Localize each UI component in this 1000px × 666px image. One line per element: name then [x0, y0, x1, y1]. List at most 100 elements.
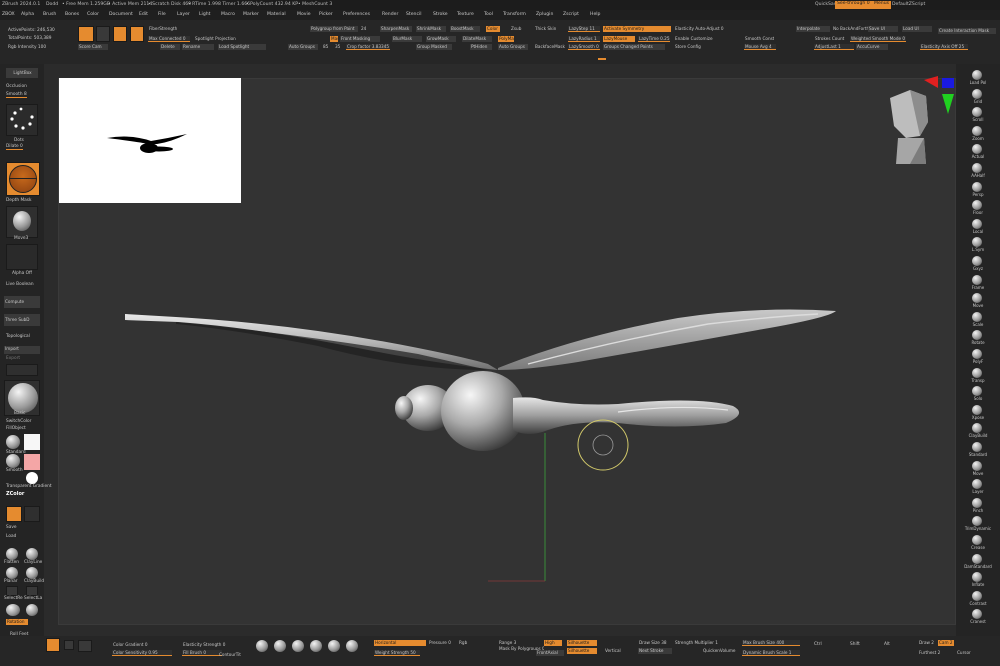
alpha-off-swatch[interactable]: [6, 244, 38, 270]
live-boolean-label[interactable]: Live Boolean: [6, 282, 34, 287]
menu-file[interactable]: File: [158, 12, 166, 17]
brush-sphere-5-icon[interactable]: [328, 640, 340, 652]
dilate-slider[interactable]: Dilate 0: [6, 144, 23, 150]
menu-alpha[interactable]: Alpha: [21, 12, 34, 17]
auto-groups[interactable]: Auto Groups: [288, 44, 318, 50]
store-config[interactable]: Store Config: [674, 44, 714, 50]
select-lasso-icon[interactable]: [26, 586, 38, 596]
enable-customize[interactable]: Enable Customize: [674, 36, 720, 42]
menu-macro[interactable]: Macro: [221, 12, 235, 17]
right-shelf-icon-16[interactable]: [972, 367, 982, 378]
delete-button[interactable]: Delete: [160, 44, 180, 50]
switch-color[interactable]: SwitchColor: [6, 419, 31, 424]
zsub-toggle[interactable]: Zsub: [510, 26, 524, 32]
dynamic-brush-scale[interactable]: Dynamic Brush Scale 1: [742, 650, 800, 656]
secondary-color-swatch[interactable]: [24, 454, 40, 470]
lazymouse-toggle[interactable]: LazyMouse: [603, 36, 635, 42]
crop-factor[interactable]: Crop factor 3.83345: [346, 44, 390, 50]
menu-tool[interactable]: Tool: [484, 12, 493, 17]
scale-button[interactable]: [130, 26, 144, 42]
edit-button[interactable]: [78, 26, 94, 42]
max-connected[interactable]: Max Connected 0: [148, 36, 190, 42]
menu-help[interactable]: Help: [590, 12, 600, 17]
next-stroke-button[interactable]: Next Stroke: [638, 648, 672, 654]
create-interaction-mask[interactable]: Create Interaction Mask: [938, 28, 996, 34]
menus-button[interactable]: Menus: [872, 1, 892, 9]
right-shelf-icon-22[interactable]: [972, 479, 982, 490]
right-shelf-icon-24[interactable]: [972, 516, 982, 527]
right-shelf-icon-12[interactable]: [972, 293, 982, 304]
quicken-volume[interactable]: QuickenVolume: [702, 648, 738, 654]
right-shelf-icon-14[interactable]: [972, 330, 982, 341]
lazysmooth-slider[interactable]: LazySmooth 0: [568, 44, 600, 50]
right-shelf-icon-11[interactable]: [972, 274, 982, 285]
pressure-slider[interactable]: Pressure 0: [428, 640, 456, 646]
contour-toggle[interactable]: ContourTit: [218, 652, 252, 658]
compute-button[interactable]: Compute: [4, 296, 40, 308]
backface-mask[interactable]: BackfaceMask: [534, 44, 566, 50]
strength-multiplier-slider[interactable]: Strength Multiplier 1: [674, 640, 736, 646]
load-ui-button[interactable]: Load UI: [902, 26, 932, 32]
menu-zplugin[interactable]: Zplugin: [536, 12, 553, 17]
color-gradient-slider[interactable]: Color Gradient 0: [112, 642, 170, 648]
front-masking[interactable]: Front Masking: [340, 36, 380, 42]
right-shelf-icon-21[interactable]: [972, 460, 982, 471]
score-cam-button[interactable]: Score Cam: [78, 44, 108, 50]
weight-strength-slider[interactable]: Weight Strength 50: [374, 650, 420, 656]
rotation-button[interactable]: Rotation: [6, 619, 28, 625]
brush-sphere-1-icon[interactable]: [256, 640, 268, 652]
menu-stencil[interactable]: Stencil: [406, 12, 422, 17]
menu-material[interactable]: Material: [267, 12, 286, 17]
menu-zbox[interactable]: ZBOX: [2, 12, 15, 17]
menu-texture[interactable]: Texture: [457, 12, 474, 17]
menu-marker[interactable]: Marker: [243, 12, 259, 17]
right-shelf-icon-2[interactable]: [972, 107, 982, 118]
smooth-const[interactable]: Smooth Const: [744, 36, 774, 42]
import-button[interactable]: Import: [4, 346, 40, 354]
front-axial[interactable]: FrontAxial: [536, 650, 564, 656]
menu-layer[interactable]: Layer: [177, 12, 190, 17]
three-subd-button[interactable]: Three SubD: [4, 314, 40, 326]
menu-preferences[interactable]: Preferences: [343, 12, 370, 17]
right-shelf-icon-28[interactable]: [972, 590, 982, 601]
export-button[interactable]: Export: [6, 356, 20, 361]
right-shelf-icon-19[interactable]: [972, 423, 982, 434]
right-shelf-icon-26[interactable]: [972, 553, 982, 564]
brush-sphere-2-icon[interactable]: [274, 640, 286, 652]
mouse-avg-slider[interactable]: Mouse Avg 4: [744, 44, 776, 50]
dilate-mask[interactable]: DilateMask: [462, 36, 492, 42]
right-shelf-icon-1[interactable]: [972, 88, 982, 99]
lazyradius-slider[interactable]: LazyRadius 1: [568, 36, 600, 42]
smooth-slider[interactable]: Smooth 8: [6, 92, 27, 98]
cursor-button[interactable]: Cursor: [956, 650, 976, 656]
right-shelf-icon-20[interactable]: [972, 442, 982, 452]
max-brush-size-slider[interactable]: Max Brush Size 400: [742, 640, 800, 646]
silhouette-toggle-2[interactable]: Silhouette: [567, 648, 597, 654]
right-shelf-icon-17[interactable]: [972, 386, 982, 397]
shrink-mask[interactable]: ShrinkMask: [416, 26, 446, 32]
main-color-swatch[interactable]: [24, 434, 40, 450]
stroke-dots-icon[interactable]: [6, 104, 38, 136]
right-shelf-icon-9[interactable]: [972, 237, 982, 248]
brush-edit-icon[interactable]: [24, 506, 40, 522]
adjust-last[interactable]: AdjustLast 1: [814, 44, 854, 50]
elasticity-axis[interactable]: Elasticity Axis Off 25: [920, 44, 968, 50]
color-dot-icon[interactable]: [26, 472, 38, 484]
menu-picker[interactable]: Picker: [319, 12, 333, 17]
elasticity-strength-slider[interactable]: Elasticity Strength 0: [182, 642, 240, 648]
grow-mask[interactable]: GrowMask: [426, 36, 456, 42]
fill-object[interactable]: FillObject: [6, 426, 26, 431]
right-shelf-icon-3[interactable]: [972, 125, 982, 136]
brush-mode-icon[interactable]: [6, 506, 22, 522]
silhouette-toggle[interactable]: Silhouette: [567, 640, 597, 646]
horizontal-toggle[interactable]: Horizontal: [374, 640, 426, 646]
vertical-toggle[interactable]: Vertical: [604, 648, 626, 654]
mode-icons[interactable]: [6, 364, 38, 376]
claybuild-sphere-icon[interactable]: [26, 567, 38, 579]
draw-button[interactable]: [96, 26, 110, 42]
lightbox-button[interactable]: LightBox: [6, 68, 38, 78]
gyro-icon[interactable]: [64, 640, 74, 650]
planar-sphere-icon[interactable]: [6, 567, 18, 579]
menu-color[interactable]: Color: [87, 12, 99, 17]
topological-label[interactable]: Topological: [6, 334, 30, 339]
